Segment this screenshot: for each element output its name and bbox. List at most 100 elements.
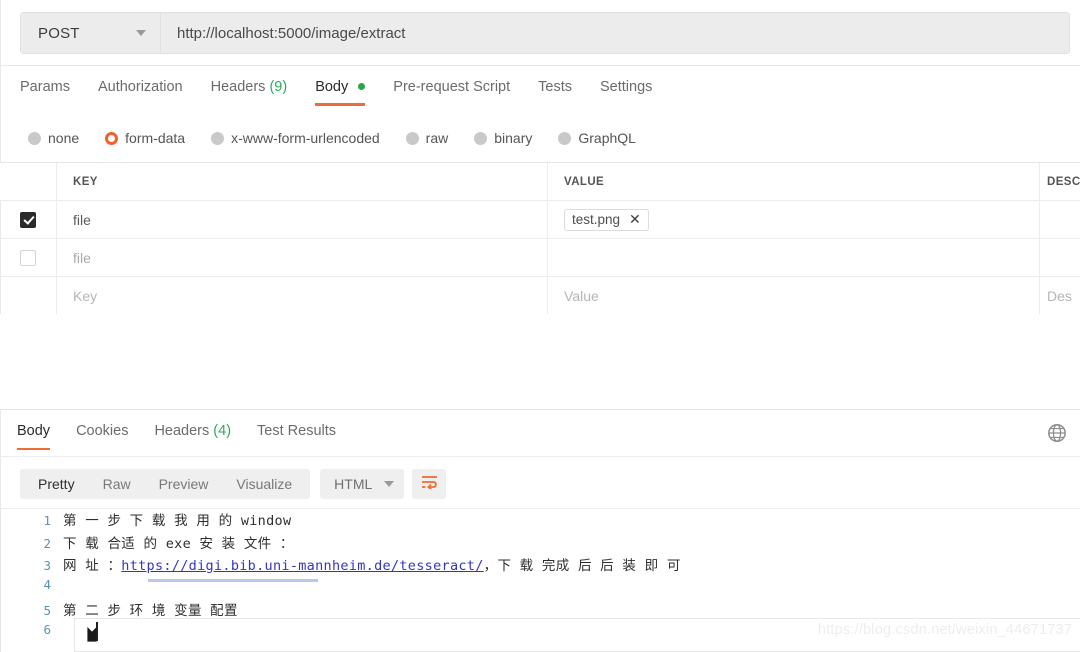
tesseract-download-link[interactable]: https://digi.bib.uni-mannheim.de/tessera… <box>121 558 483 574</box>
column-header-description: DESC <box>1047 175 1080 188</box>
tab-authorization[interactable]: Authorization <box>98 73 183 106</box>
wrap-lines-button[interactable] <box>412 469 447 499</box>
body-type-form-data-label: form-data <box>125 130 186 146</box>
body-type-none[interactable]: none <box>28 130 79 146</box>
line-number: 4 <box>43 576 51 592</box>
row-key-cell[interactable]: file <box>57 201 548 238</box>
row-description-cell[interactable] <box>1040 201 1080 238</box>
line-number: 3 <box>43 558 51 573</box>
column-header-key: KEY <box>73 175 98 188</box>
table-row[interactable]: file test.png ✕ <box>0 201 1080 239</box>
line-number: 5 <box>43 603 51 618</box>
response-language-label: HTML <box>334 476 373 492</box>
new-value-placeholder: Value <box>564 287 599 304</box>
tab-headers-count: (9) <box>269 78 288 95</box>
tab-body[interactable]: Body <box>315 73 366 106</box>
tab-settings[interactable]: Settings <box>600 73 652 106</box>
row-key-cell[interactable]: file <box>57 239 548 276</box>
http-method-select[interactable]: POST <box>21 13 161 53</box>
text-caret <box>96 622 98 641</box>
body-type-raw-label: raw <box>425 130 449 146</box>
response-tab-cookies[interactable]: Cookies <box>76 417 128 450</box>
tab-headers[interactable]: Headers (9) <box>211 73 288 106</box>
globe-icon[interactable] <box>1046 422 1068 444</box>
tab-headers-label: Headers <box>210 78 266 95</box>
wrap-lines-icon <box>421 475 438 494</box>
file-chip-remove-icon[interactable]: ✕ <box>629 212 641 226</box>
table-row-placeholder[interactable]: Key Value Des <box>0 277 1080 315</box>
row-checkbox[interactable] <box>20 211 36 228</box>
code-line: 2 下 载 合适 的 exe 安 装 文件 ： <box>1 532 1080 555</box>
response-tab-body[interactable]: Body <box>17 417 51 450</box>
url-bar-row: POST http://localhost:5000/image/extract <box>0 0 1080 66</box>
row-checkbox-cell <box>0 201 57 238</box>
row-checkbox-cell <box>0 277 57 314</box>
line-number: 1 <box>43 513 51 528</box>
response-tab-headers-label: Headers <box>154 423 210 439</box>
response-tabs: Body Cookies Headers (4) Test Results <box>0 411 1080 457</box>
row-checkbox[interactable] <box>20 249 36 266</box>
row-value-cell[interactable] <box>548 239 1040 276</box>
response-tab-test-results-label: Test Results <box>257 423 337 439</box>
tab-params[interactable]: Params <box>20 73 70 106</box>
watermark: https://blog.csdn.net/weixin_44671737 <box>817 622 1072 638</box>
url-bar: POST http://localhost:5000/image/extract <box>20 12 1070 54</box>
body-type-form-data[interactable]: form-data <box>105 130 185 146</box>
request-tabs: Params Authorization Headers (9) Body Pr… <box>0 66 1080 112</box>
row-description-cell[interactable] <box>1040 239 1080 276</box>
new-value-input[interactable]: Value <box>548 277 1040 314</box>
response-language-select[interactable]: HTML <box>320 469 405 499</box>
response-tab-test-results[interactable]: Test Results <box>257 417 336 450</box>
code-line: 1 第 一 步 下 载 我 用 的 window <box>1 509 1080 532</box>
new-key-input[interactable]: Key <box>57 277 548 314</box>
new-key-placeholder: Key <box>73 287 98 304</box>
code-line-text: 下 载 合适 的 exe 安 装 文件 ： <box>63 535 294 552</box>
table-header-row: KEY VALUE DESC <box>0 163 1080 201</box>
tab-params-label: Params <box>20 78 70 95</box>
tab-tests-label: Tests <box>538 78 572 95</box>
request-body-empty-area <box>0 314 1080 410</box>
response-tab-headers[interactable]: Headers (4) <box>154 417 231 450</box>
view-mode-preview[interactable]: Preview <box>145 469 223 499</box>
body-type-raw[interactable]: raw <box>405 130 449 146</box>
url-input[interactable]: http://localhost:5000/image/extract <box>161 13 1069 53</box>
tab-settings-label: Settings <box>599 78 653 95</box>
code-line-suffix: ，下 载 完成 后 后 装 即 可 <box>483 558 681 574</box>
radio-icon <box>474 131 488 145</box>
code-line-text: 第 一 步 下 载 我 用 的 window <box>63 513 292 529</box>
line-number: 6 <box>43 621 51 637</box>
body-type-graphql[interactable]: GraphQL <box>558 130 636 146</box>
response-tab-headers-count: (4) <box>213 423 232 439</box>
tab-pre-request-script[interactable]: Pre-request Script <box>393 73 510 106</box>
tab-authorization-label: Authorization <box>97 78 183 95</box>
table-row[interactable]: file <box>0 239 1080 277</box>
body-type-radio-group: none form-data x-www-form-urlencoded raw… <box>0 120 1080 156</box>
column-header-value: VALUE <box>564 175 605 188</box>
file-chip[interactable]: test.png ✕ <box>564 208 649 231</box>
row-value-cell[interactable]: test.png ✕ <box>548 201 1040 238</box>
response-format-toolbar: Pretty Raw Preview Visualize HTML <box>0 462 1080 506</box>
new-description-input[interactable]: Des <box>1040 277 1080 314</box>
line-number: 2 <box>43 535 51 551</box>
file-chip-name: test.png <box>572 211 621 227</box>
http-method-label: POST <box>38 24 80 42</box>
body-type-x-www-form-urlencoded[interactable]: x-www-form-urlencoded <box>211 130 380 146</box>
code-line-text: 第 二 步 环 境 变量 配置 <box>63 603 238 619</box>
view-mode-visualize[interactable]: Visualize <box>222 469 306 499</box>
body-type-urlencoded-label: x-www-form-urlencoded <box>231 130 380 146</box>
radio-icon <box>558 131 572 145</box>
form-data-table: KEY VALUE DESC file test.png ✕ file Key … <box>0 162 1080 315</box>
code-line: 3 网 址 ： https://digi.bib.uni-mannheim.de/… <box>1 554 1080 577</box>
tab-pre-request-script-label: Pre-request Script <box>393 78 511 95</box>
body-type-binary-label: binary <box>494 130 533 146</box>
tab-tests[interactable]: Tests <box>538 73 572 106</box>
header-cell-checkbox <box>0 163 57 200</box>
body-type-binary[interactable]: binary <box>474 130 532 146</box>
body-type-graphql-label: GraphQL <box>578 130 636 146</box>
radio-icon <box>28 131 41 145</box>
view-mode-raw[interactable]: Raw <box>89 469 145 499</box>
view-mode-pretty[interactable]: Pretty <box>24 469 89 499</box>
postman-request-window: POST http://localhost:5000/image/extract… <box>0 0 1080 652</box>
chevron-down-icon <box>384 481 395 487</box>
response-tab-cookies-label: Cookies <box>76 423 129 439</box>
